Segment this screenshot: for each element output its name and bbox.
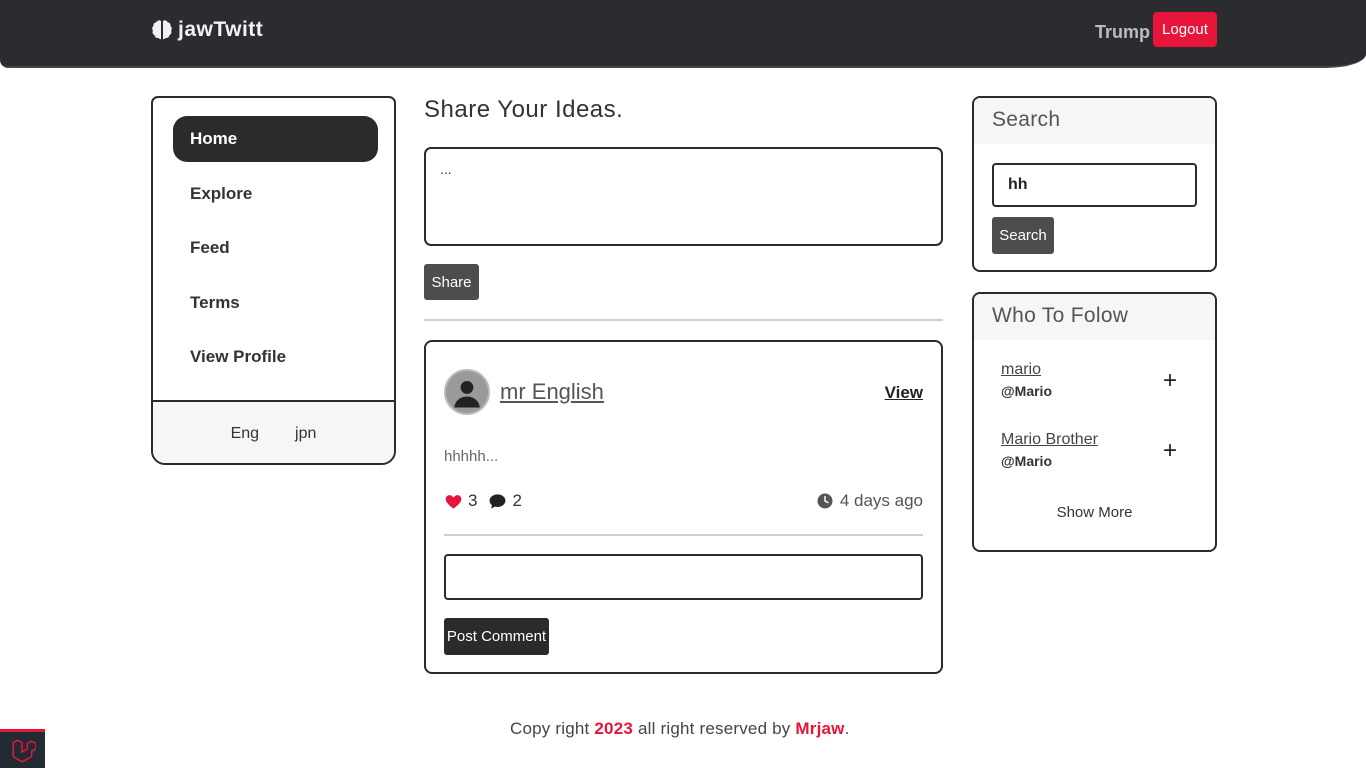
- laravel-icon: [11, 739, 36, 763]
- footer-middle: all right reserved by: [633, 719, 796, 738]
- sidebar-item-explore[interactable]: Explore: [173, 171, 378, 217]
- post-comment-button[interactable]: Post Comment: [444, 618, 549, 655]
- plus-icon[interactable]: +: [1163, 439, 1177, 463]
- search-panel-title: Search: [974, 98, 1215, 144]
- search-button[interactable]: Search: [992, 217, 1054, 254]
- sidebar-item-terms[interactable]: Terms: [173, 280, 378, 326]
- comments-count: 2: [512, 491, 522, 510]
- language-switcher: Eng jpn: [153, 400, 394, 463]
- user-avatar-icon: [446, 371, 488, 413]
- footer-prefix: Copy right: [510, 719, 595, 738]
- show-more-link[interactable]: Show More: [974, 504, 1215, 521]
- sidebar-item-feed[interactable]: Feed: [173, 225, 378, 271]
- brand[interactable]: jawTwitt: [150, 18, 263, 42]
- comment-icon[interactable]: [488, 492, 507, 511]
- post-card: mr English View hhhhh... 3 2 4 days ago …: [424, 340, 943, 674]
- footer: Copy right 2023 all right reserved by Mr…: [510, 719, 850, 739]
- post-time: 4 days ago: [816, 491, 923, 511]
- brand-name: jawTwitt: [178, 18, 264, 41]
- avatar[interactable]: [444, 369, 490, 415]
- post-view-link[interactable]: View: [885, 383, 923, 403]
- post-time-text: 4 days ago: [839, 491, 923, 510]
- post-divider: [444, 534, 923, 536]
- comment-textarea[interactable]: [444, 554, 923, 600]
- divider: [424, 319, 943, 321]
- lang-jpn-link[interactable]: jpn: [295, 425, 316, 443]
- footer-suffix: .: [844, 719, 850, 738]
- heart-icon[interactable]: [444, 492, 463, 511]
- post-body: hhhhh...: [444, 448, 499, 465]
- footer-author: Mrjaw: [795, 719, 845, 738]
- logout-button[interactable]: Logout: [1153, 12, 1217, 47]
- post-author-link[interactable]: mr English: [500, 379, 604, 405]
- clock-icon: [817, 493, 833, 509]
- lang-eng-link[interactable]: Eng: [231, 425, 259, 443]
- nav-username[interactable]: Trump: [1095, 22, 1150, 43]
- sidebar-item-view-profile[interactable]: View Profile: [173, 334, 378, 380]
- who-to-follow-panel: Who To Folow mario @Mario + Mario Brothe…: [972, 292, 1217, 552]
- list-item: mario @Mario +: [1001, 361, 1191, 399]
- share-button[interactable]: Share: [424, 264, 479, 300]
- search-input[interactable]: hh: [992, 163, 1197, 207]
- navbar: jawTwitt Trump Logout: [0, 0, 1366, 68]
- post-stats: 3 2: [444, 491, 522, 511]
- footer-year: 2023: [594, 719, 634, 738]
- brain-icon: [152, 20, 172, 40]
- plus-icon[interactable]: +: [1163, 369, 1177, 393]
- share-title: Share Your Ideas.: [424, 96, 624, 123]
- laravel-debug-badge[interactable]: [0, 729, 45, 768]
- likes-count: 3: [468, 491, 478, 510]
- sidebar-item-home[interactable]: Home: [173, 116, 378, 162]
- share-textarea[interactable]: ...: [424, 147, 943, 246]
- follow-panel-title: Who To Folow: [974, 294, 1215, 340]
- search-panel: Search hh Search: [972, 96, 1217, 272]
- sidebar: Home Explore Feed Terms View Profile Eng…: [151, 96, 396, 465]
- list-item: Mario Brother @Mario +: [1001, 431, 1191, 469]
